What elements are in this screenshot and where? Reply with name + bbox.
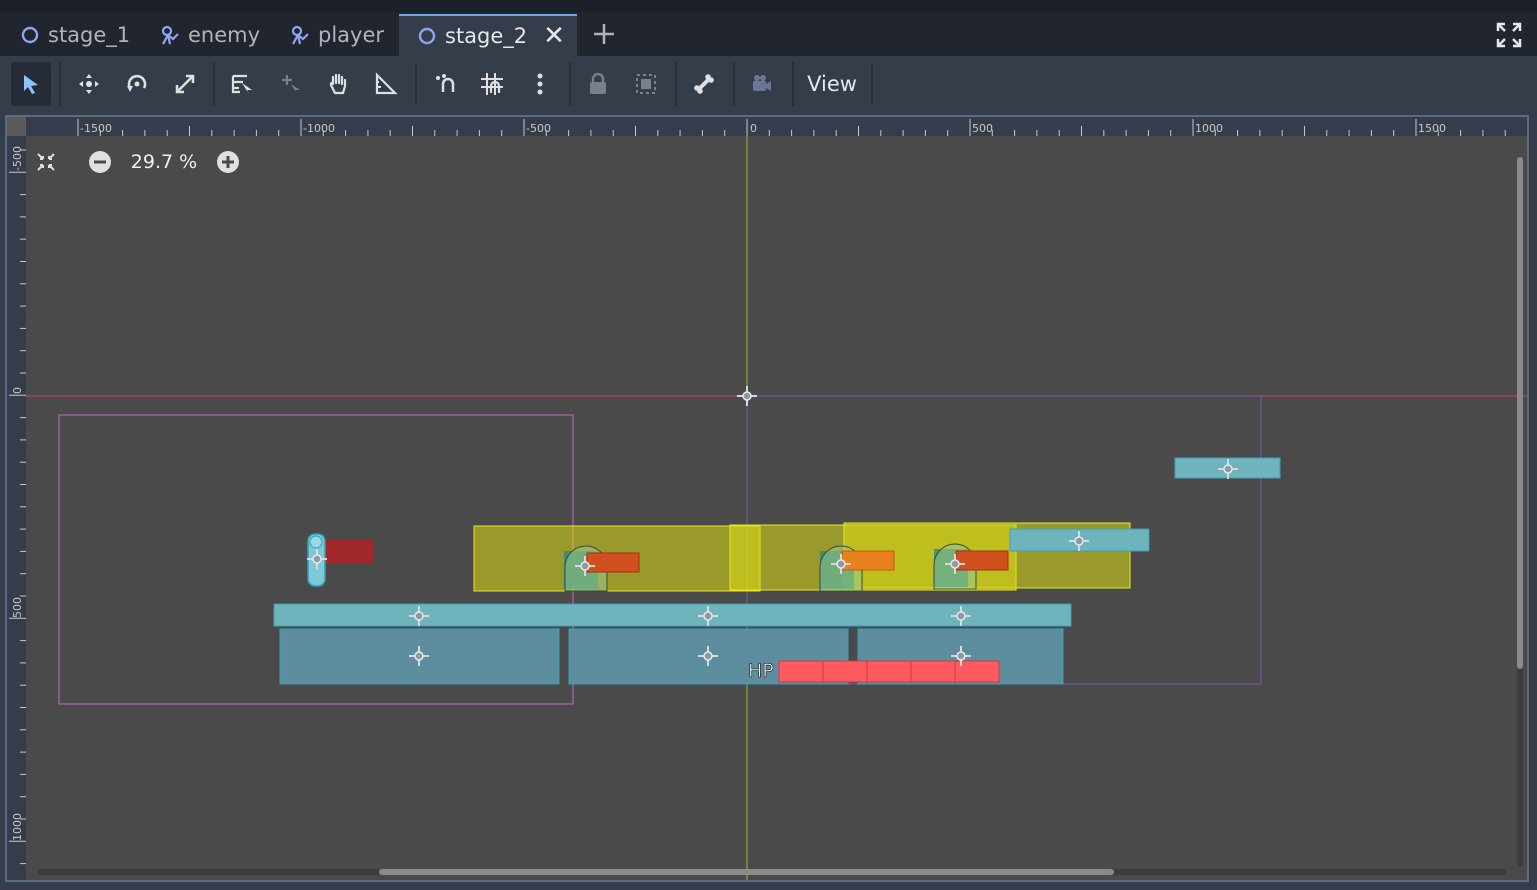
tab-label: player <box>318 23 385 47</box>
select-mode-button[interactable] <box>11 62 51 106</box>
ruler-label: 500 <box>972 122 993 135</box>
tab-stage-1[interactable]: stage_1 <box>20 14 130 56</box>
ruler-label: -500 <box>11 146 24 171</box>
pivot-mode-icon <box>282 75 300 94</box>
pivot-gizmo-icon <box>737 386 757 406</box>
scale-mode-icon <box>175 74 195 94</box>
ruler-label: -1500 <box>80 122 112 135</box>
ruler-label: 0 <box>11 387 24 394</box>
toolbar-separator <box>675 62 677 106</box>
grid-snap-icon <box>481 73 503 95</box>
lock-icon <box>590 72 606 94</box>
tab-label: stage_2 <box>445 24 528 48</box>
toolbar-separator <box>59 62 61 106</box>
zoom-in-icon <box>217 151 239 173</box>
vertical-scrollbar-thumb[interactable] <box>1517 157 1523 669</box>
scene-canvas: -1500 -1000 -500 0 500 1000 1500 -500 0 … <box>7 117 1527 880</box>
ruler-label: 1000 <box>11 813 24 841</box>
more-options-icon <box>537 73 543 95</box>
ruler-label: -1000 <box>303 122 335 135</box>
tab-stage-2[interactable]: stage_2 ✕ <box>399 14 577 56</box>
canvas-viewport[interactable]: -1500 -1000 -500 0 500 1000 1500 -500 0 … <box>5 115 1529 882</box>
horizontal-scrollbar-thumb[interactable] <box>379 869 1114 875</box>
character-body-icon <box>290 25 310 45</box>
ruler-mode-icon <box>375 72 398 95</box>
tab-label: enemy <box>188 23 261 47</box>
ruler-label: 1500 <box>1418 122 1446 135</box>
zoom-level-label[interactable]: 29.7 % <box>116 151 212 173</box>
expand-icon <box>1496 22 1522 48</box>
bone-icon <box>694 74 714 94</box>
smart-snap-button[interactable] <box>426 62 466 106</box>
view-menu-button[interactable]: View <box>800 62 864 106</box>
distraction-free-button[interactable] <box>1494 20 1524 50</box>
zoom-in-button[interactable] <box>212 146 244 178</box>
horizontal-ruler <box>7 117 1527 136</box>
character-body-icon <box>160 25 180 45</box>
camera-override-icon <box>753 75 771 91</box>
toolbar-separator <box>792 62 794 106</box>
zoom-out-icon <box>89 151 111 173</box>
vertical-ruler <box>7 117 26 880</box>
tab-enemy[interactable]: enemy <box>160 14 260 56</box>
group-button[interactable] <box>626 62 666 106</box>
zoom-reset-button[interactable] <box>30 146 62 178</box>
pan-mode-icon <box>329 73 347 95</box>
hp-label: HP <box>748 660 774 682</box>
toolbar-separator <box>733 62 735 106</box>
pivot-mode-button[interactable] <box>271 62 311 106</box>
add-tab-button[interactable] <box>590 20 618 48</box>
toolbar-separator <box>415 62 417 106</box>
ruler-corner <box>7 117 26 136</box>
scale-mode-button[interactable] <box>165 62 205 106</box>
snap-options-button[interactable] <box>520 62 560 106</box>
rotate-mode-button[interactable] <box>117 62 157 106</box>
ruler-label: 0 <box>750 122 757 135</box>
ruler-label: -500 <box>526 122 551 135</box>
lock-button[interactable] <box>578 62 618 106</box>
camera-override-button[interactable] <box>742 62 782 106</box>
smart-snap-icon <box>436 74 455 92</box>
close-tab-icon[interactable]: ✕ <box>543 21 565 51</box>
rotate-mode-icon <box>127 74 147 92</box>
scene-world: HP <box>26 136 1527 880</box>
move-mode-button[interactable] <box>69 62 109 106</box>
list-select-button[interactable] <box>222 62 262 106</box>
pan-mode-button[interactable] <box>318 62 358 106</box>
plus-icon <box>594 24 614 44</box>
zoom-control: 29.7 % <box>30 143 244 181</box>
grid-snap-button[interactable] <box>472 62 512 106</box>
bone-button[interactable] <box>684 62 724 106</box>
ruler-label: 500 <box>11 597 24 618</box>
toolbar-separator <box>569 62 571 106</box>
group-icon <box>636 74 656 94</box>
center-view-icon <box>37 153 55 171</box>
select-mode-icon <box>24 75 38 94</box>
tab-bar-top-strip <box>0 0 1537 12</box>
tab-player[interactable]: player <box>290 14 384 56</box>
tab-label: stage_1 <box>48 23 131 47</box>
node2d-icon <box>417 26 437 46</box>
ruler-label: 1000 <box>1195 122 1223 135</box>
toolbar-separator <box>871 62 873 106</box>
move-mode-icon <box>79 74 99 94</box>
ruler-mode-button[interactable] <box>366 62 406 106</box>
list-select-icon <box>231 74 252 94</box>
zoom-out-button[interactable] <box>84 146 116 178</box>
toolbar-separator <box>213 62 215 106</box>
node2d-icon <box>20 25 40 45</box>
hp-bar <box>778 660 1000 683</box>
